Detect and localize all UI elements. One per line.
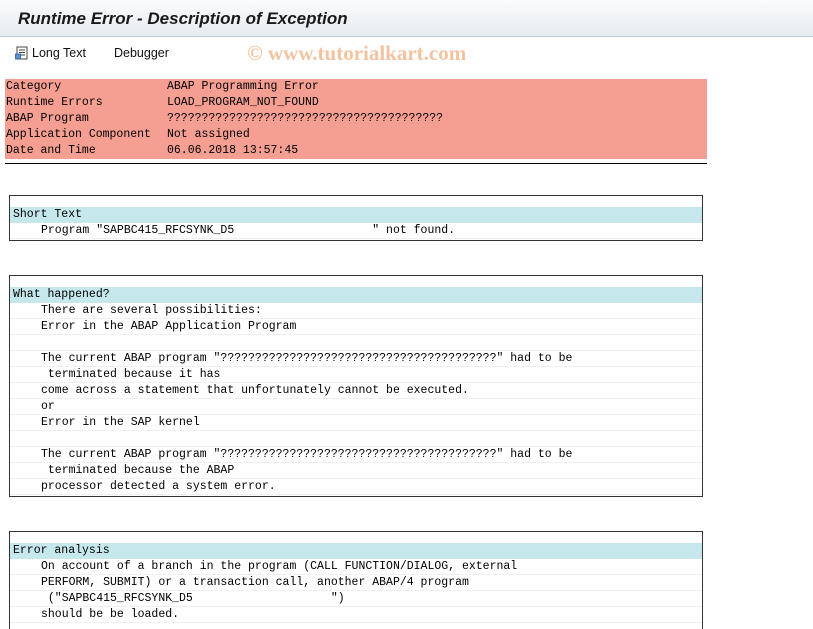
section-heading: Short Text xyxy=(10,207,702,223)
long-text-button[interactable]: Long Text xyxy=(15,45,86,61)
section-heading: What happened? xyxy=(10,287,702,303)
section-line xyxy=(10,335,702,351)
section-line: or xyxy=(10,399,702,415)
header-value: ABAP Programming Error xyxy=(167,80,319,93)
header-label: ABAP Program xyxy=(6,112,89,125)
header-row-category: Category ABAP Programming Error xyxy=(5,79,707,95)
debugger-button[interactable]: Debugger xyxy=(114,45,169,61)
section-line: The current ABAP program "??????????????… xyxy=(10,351,702,367)
error-analysis-section: Error analysis On account of a branch in… xyxy=(9,531,703,629)
debugger-label: Debugger xyxy=(114,46,169,60)
header-value: Not assigned xyxy=(167,128,250,141)
section-line: PERFORM, SUBMIT) or a transaction call, … xyxy=(10,575,702,591)
document-icon xyxy=(15,46,28,60)
header-value: LOAD_PROGRAM_NOT_FOUND xyxy=(167,96,319,109)
header-row-abap-program: ABAP Program ???????????????????????????… xyxy=(5,111,707,127)
long-text-label: Long Text xyxy=(32,46,86,60)
header-row-runtime-errors: Runtime Errors LOAD_PROGRAM_NOT_FOUND xyxy=(5,95,707,111)
section-line: terminated because the ABAP xyxy=(10,463,702,479)
section-line: Error in the SAP kernel xyxy=(10,415,702,431)
short-text-section: Short Text Program "SAPBC415_RFCSYNK_D5 … xyxy=(9,195,703,241)
header-label: Runtime Errors xyxy=(6,96,103,109)
section-line: Program "SAPBC415_RFCSYNK_D5 " not found… xyxy=(10,223,702,239)
section-line: ("SAPBC415_RFCSYNK_D5 ") xyxy=(10,591,702,607)
section-line: should be be loaded. xyxy=(10,607,702,623)
header-label: Date and Time xyxy=(6,144,96,157)
watermark: © www.tutorialkart.com xyxy=(247,41,467,65)
header-label: Category xyxy=(6,80,62,93)
header-row-date-time: Date and Time 06.06.2018 13:57:45 xyxy=(5,143,707,159)
section-line: There are several possibilities: xyxy=(10,303,702,319)
error-header-table: Category ABAP Programming Error Runtime … xyxy=(5,79,707,164)
title-bar: Runtime Error - Description of Exception xyxy=(0,0,813,37)
what-happened-section: What happened? There are several possibi… xyxy=(9,275,703,497)
section-line xyxy=(10,431,702,447)
header-row-application-component: Application Component Not assigned xyxy=(5,127,707,143)
header-value: 06.06.2018 13:57:45 xyxy=(167,144,299,157)
section-heading: Error analysis xyxy=(10,543,702,559)
window-title: Runtime Error - Description of Exception xyxy=(18,9,348,28)
section-line: terminated because it has xyxy=(10,367,702,383)
section-line: On account of a branch in the program (C… xyxy=(10,559,702,575)
section-line: come across a statement that unfortunate… xyxy=(10,383,702,399)
header-label: Application Component xyxy=(6,128,151,141)
header-value: ???????????????????????????????????????? xyxy=(167,112,444,125)
section-line: Error in the ABAP Application Program xyxy=(10,319,702,335)
section-line: processor detected a system error. xyxy=(10,479,702,495)
section-line: The current ABAP program "??????????????… xyxy=(10,447,702,463)
